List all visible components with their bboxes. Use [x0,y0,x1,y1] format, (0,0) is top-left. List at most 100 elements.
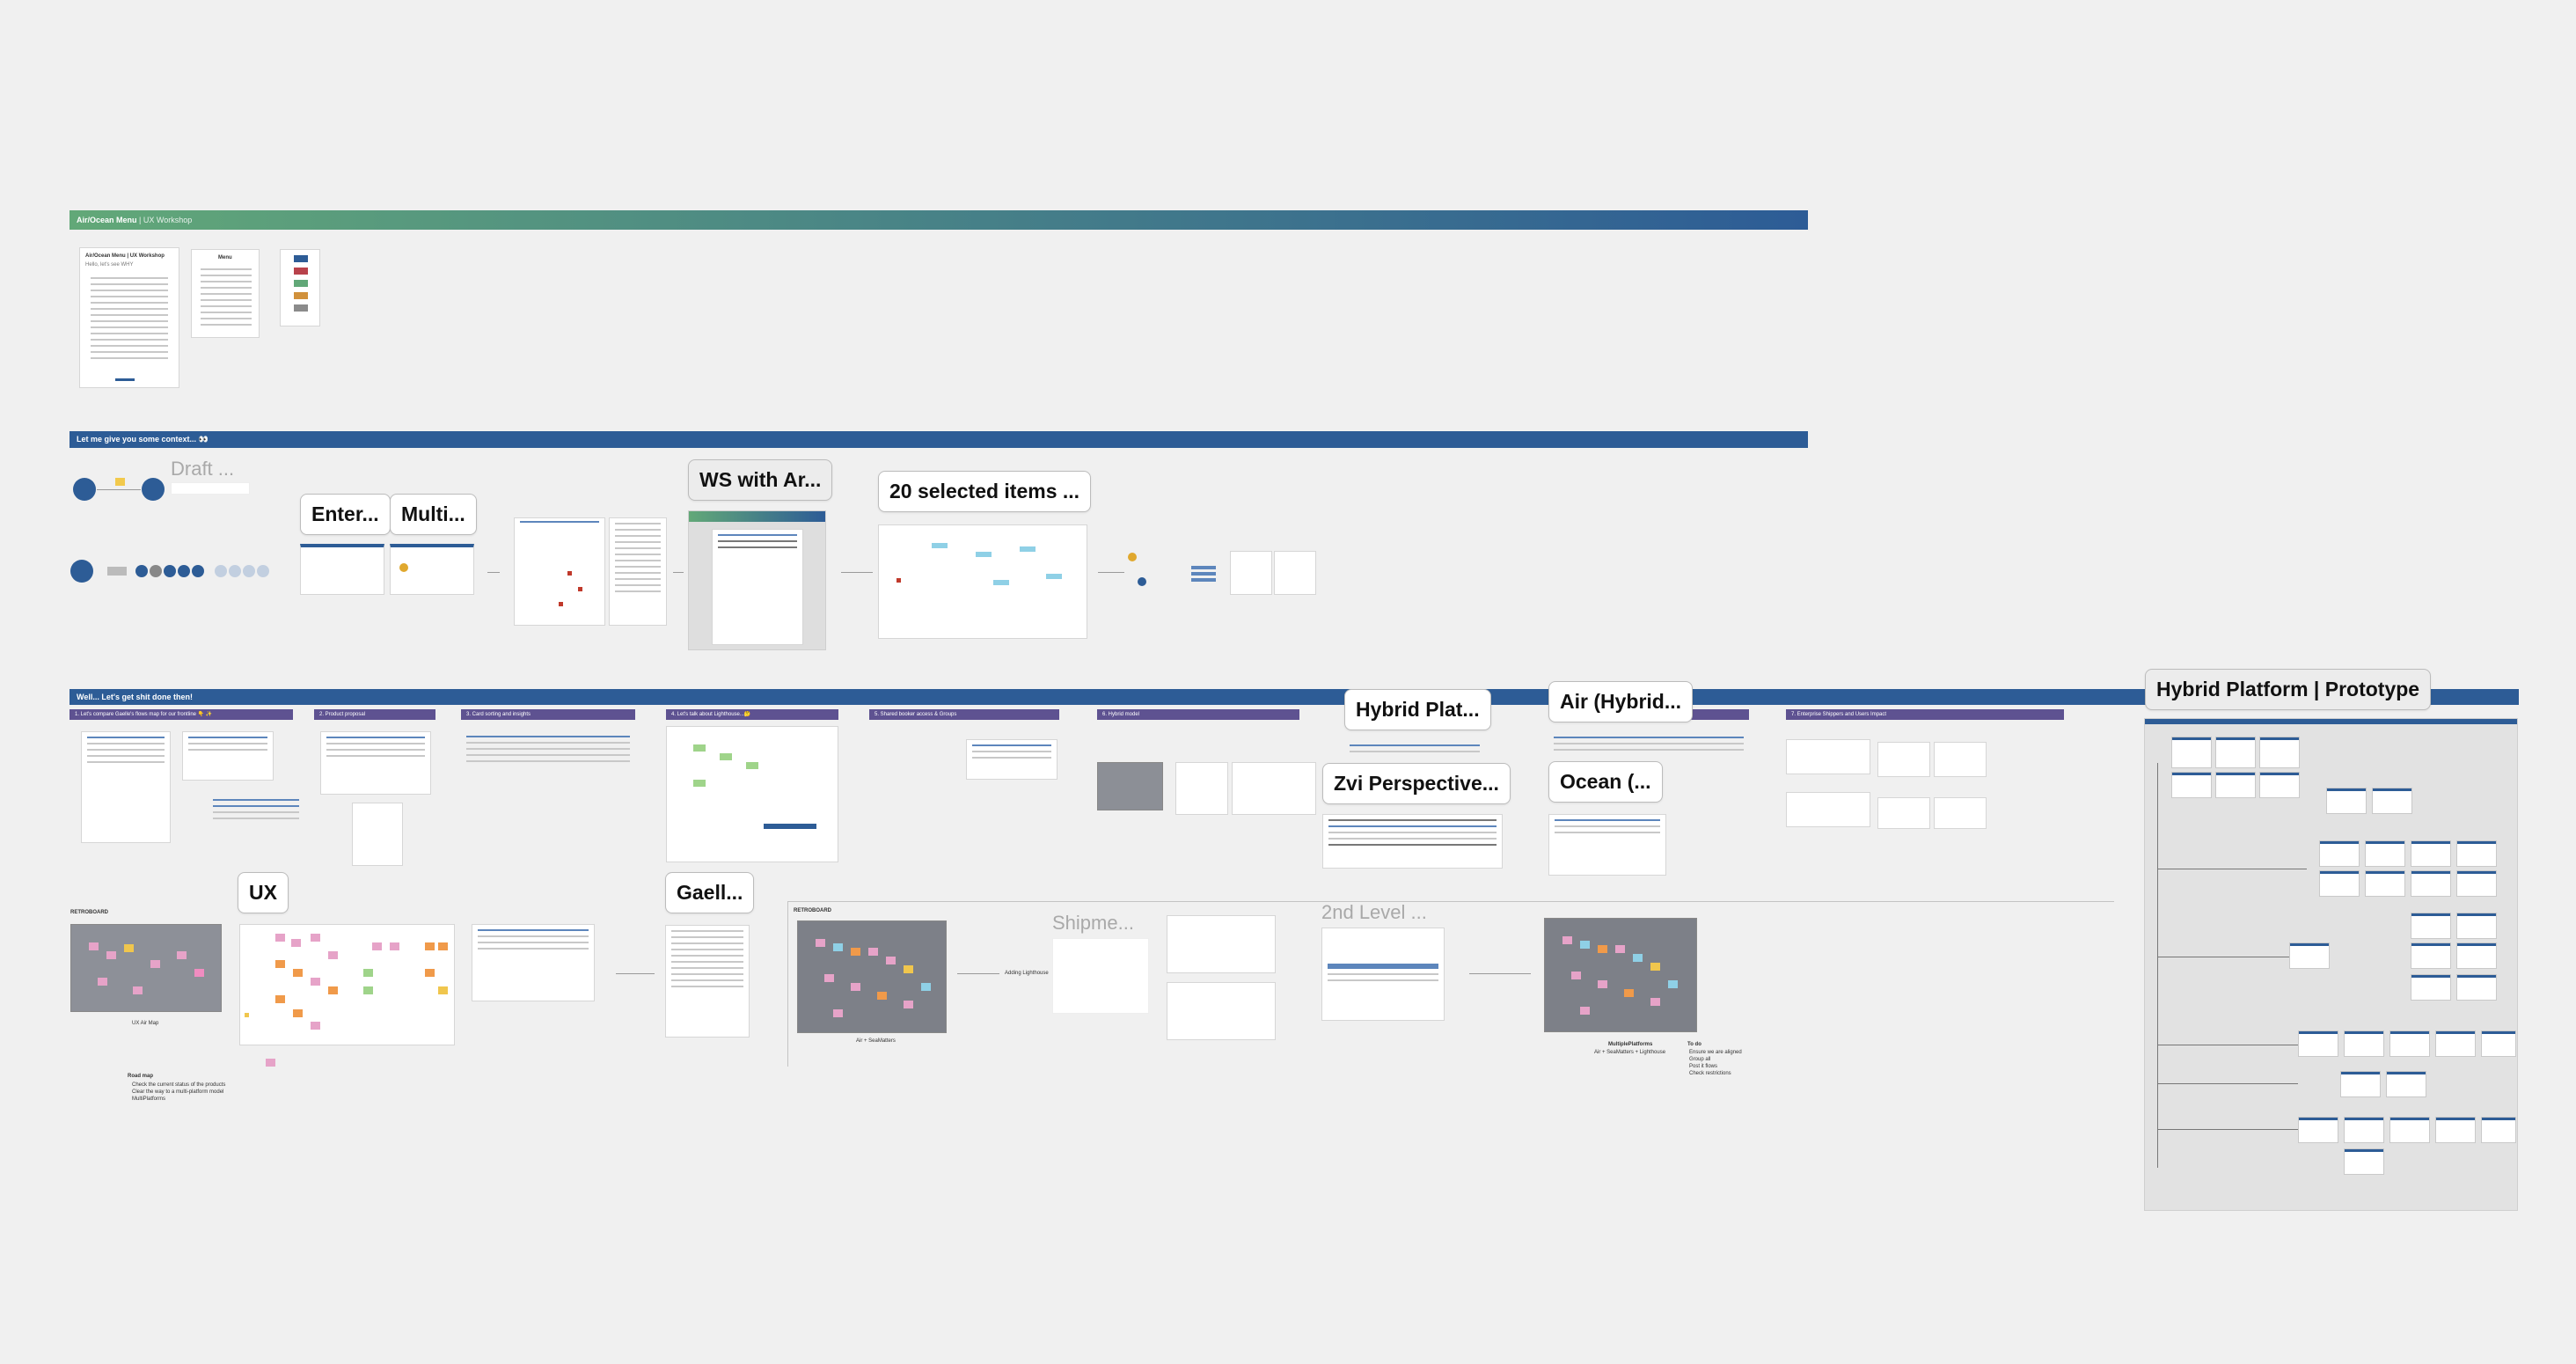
retroboard-mid-caption: RETROBOARD [794,908,831,913]
shipme-frame[interactable] [1052,938,1149,1014]
right-flow-frame-4[interactable] [1328,554,1357,590]
hybrid-plat-label[interactable]: Hybrid Plat... [1344,689,1491,730]
purple-tab-6[interactable]: 6. Hybrid model [1097,709,1299,720]
menu-document-frame[interactable]: Menu [191,249,260,338]
flow-node-5[interactable] [1128,553,1137,561]
draft-frame[interactable] [171,482,250,495]
swatch-red [294,268,308,275]
swatch-orange [294,292,308,299]
header-band-title: Air/Ocean Menu [77,216,137,224]
right-flow-frame-1[interactable] [1191,563,1216,590]
section-context-band[interactable]: Let me give you some context... 👀 [70,431,1808,448]
purple-tab-2[interactable]: 2. Product proposal [314,709,435,720]
hybrid-plat-frame[interactable] [1344,740,1485,758]
tab9-frame-a[interactable] [1786,739,1870,774]
tab9-frame-e[interactable] [1877,797,1930,829]
purple-tab-5[interactable]: 5. Shared booker access & Groups [869,709,1059,720]
tab9-frame-f[interactable] [1934,797,1987,829]
connector-a [487,572,500,573]
tab1-frame-a[interactable] [81,731,171,843]
air-hybrid-label[interactable]: Air (Hybrid... [1548,681,1694,722]
zvi-perspective-frame[interactable] [1322,814,1503,869]
flow-connector [97,489,141,490]
todo-item-1: Ensure we are aligned [1689,1050,1742,1055]
flow-node-1[interactable] [73,478,96,501]
air-hybrid-frame[interactable] [1548,732,1749,762]
ux-label[interactable]: UX [238,872,289,913]
hybrid-prototype-label[interactable]: Hybrid Platform | Prototype [2145,669,2432,710]
tab5-frame-a[interactable] [966,739,1057,780]
purple-tab-4[interactable]: 4. Let's talk about Lighthouse...🤔 [666,709,838,720]
swatch-gray [294,304,308,312]
gaell-frame[interactable] [665,925,750,1038]
shipme-frame-b[interactable] [1167,915,1276,973]
todo-item-3: Post it flows [1689,1064,1718,1069]
tab3-frame-a[interactable] [461,731,635,802]
flow-node-2[interactable] [142,478,165,501]
tab9-frame-b[interactable] [1786,792,1870,827]
tab6-frame-a[interactable] [1175,762,1228,815]
intro-document-greeting: Hello, let's see WHY [85,262,134,268]
wall-photo-2[interactable] [797,920,947,1033]
enter-label[interactable]: Enter... [300,494,391,535]
ux-table-frame[interactable] [472,924,595,1001]
connector-f [957,973,999,974]
wall-photo-1[interactable] [70,924,222,1012]
todo-item-4: Check restrictions [1689,1071,1731,1076]
hybrid-prototype-frame[interactable] [2144,718,2518,1211]
tab6-photo[interactable] [1097,762,1163,810]
header-band[interactable]: Air/Ocean Menu | UX Workshop [70,210,1808,230]
shipme-frame-c[interactable] [1167,982,1276,1040]
swatch-frame[interactable] [280,249,320,326]
tab1-frame-c[interactable] [208,795,304,847]
ocean-frame[interactable] [1548,814,1666,876]
enter-frame[interactable] [300,544,384,595]
right-flow-frame-5[interactable] [1372,551,1443,595]
purple-tab-1[interactable]: 1. Let's compare Gaelle's flows map for … [70,709,293,720]
gaell-label[interactable]: Gaell... [665,872,755,913]
flow-diagram-frame[interactable] [514,517,605,626]
ws-with-ar-label[interactable]: WS with Ar... [688,459,833,501]
flow-sticky [115,478,125,486]
tab9-frame-d[interactable] [1934,742,1987,777]
swatch-blue [294,255,308,262]
workshop-divider [787,901,2114,902]
second-level-label[interactable]: 2nd Level ... [1321,901,1427,924]
header-band-subtitle: | UX Workshop [139,216,193,224]
right-flow-frame-2[interactable] [1230,551,1272,595]
wall-photo-3[interactable] [1544,918,1697,1032]
adding-lighthouse-caption: Adding Lighthouse [1005,971,1049,976]
tab1-frame-b[interactable] [182,731,274,781]
second-level-frame[interactable] [1321,928,1445,1021]
ws-with-ar-frame[interactable] [688,510,826,650]
flow-node-3[interactable] [70,560,93,583]
road-map-item-2: Clear the way to a multi-platform model [132,1089,224,1095]
right-flow-frame-3[interactable] [1274,551,1316,595]
tab2-frame-a[interactable] [320,731,431,795]
intro-document-frame[interactable]: Air/Ocean Menu | UX Workshop Hello, let'… [79,247,179,388]
table-frame[interactable] [609,517,667,626]
zvi-perspective-label[interactable]: Zvi Perspective... [1322,763,1511,804]
connector-b [673,572,684,573]
todo-item-2: Group all [1689,1057,1711,1062]
ux-sticky-board[interactable] [239,924,455,1045]
connector-d [1098,572,1124,573]
ux-sticky-single [266,1059,275,1067]
selected-items-label[interactable]: 20 selected items ... [878,471,1092,512]
tab9-frame-c[interactable] [1877,742,1930,777]
purple-tab-9[interactable]: 7. Enterprise Shippers and Users Impact [1786,709,2064,720]
tab6-frame-b[interactable] [1232,762,1316,815]
multi-label[interactable]: Multi... [390,494,477,535]
wall-2-caption: Air + SeaMatters [856,1038,896,1044]
purple-tab-3[interactable]: 3. Card sorting and insights [461,709,635,720]
shipme-label[interactable]: Shipme... [1052,912,1134,935]
tab4-frame-a[interactable] [666,726,838,862]
swatch-green [294,280,308,287]
draft-label[interactable]: Draft ... [171,458,234,480]
ocean-label[interactable]: Ocean (... [1548,761,1663,803]
multi-frame[interactable] [390,544,474,595]
tab2-frame-b[interactable] [352,803,403,866]
selected-items-frame[interactable] [878,524,1087,639]
section-get-done-title: Well... Let's get shit done then! [77,693,193,701]
flow-node-4[interactable] [1138,577,1146,586]
